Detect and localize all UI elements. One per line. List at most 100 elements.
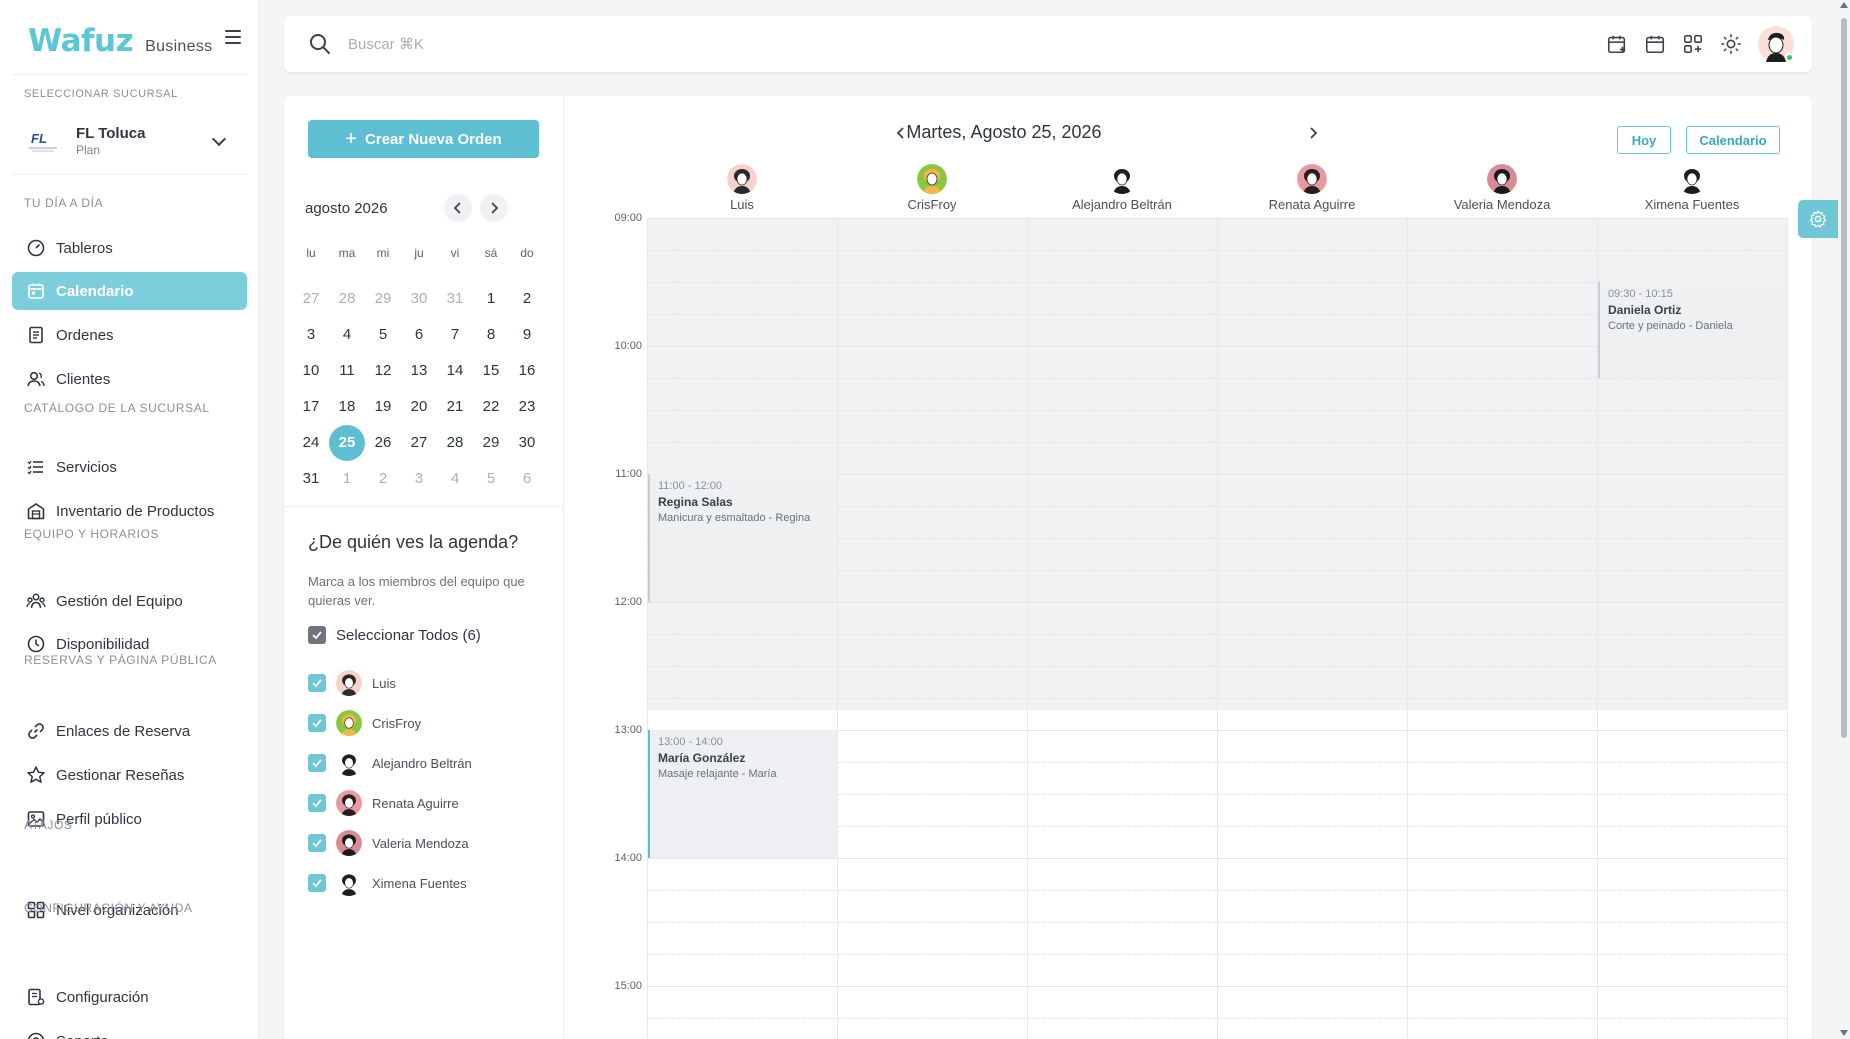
user-avatar[interactable] [1758, 26, 1794, 62]
staff-column-header[interactable]: Luis [647, 164, 837, 212]
calendar-day[interactable]: 6 [401, 317, 437, 353]
calendar-day[interactable]: 23 [509, 389, 545, 425]
calendar-day[interactable]: 20 [401, 389, 437, 425]
calendar-day[interactable]: 24 [293, 425, 329, 461]
calendar-day[interactable]: 28 [329, 281, 365, 317]
sidebar-item-gestionar-reseñas[interactable]: Gestionar Reseñas [12, 756, 247, 794]
scroll-up-icon[interactable] [1840, 2, 1848, 8]
staff-column-header[interactable]: Ximena Fuentes [1597, 164, 1787, 212]
staff-checkbox-row[interactable]: Ximena Fuentes [308, 870, 467, 896]
staff-checkbox-row[interactable]: Renata Aguirre [308, 790, 459, 816]
settings-gear-icon[interactable] [1798, 200, 1838, 238]
calendar-day[interactable]: 15 [473, 353, 509, 389]
staff-column-header[interactable]: Alejandro Beltrán [1027, 164, 1217, 212]
today-button[interactable]: Hoy [1617, 126, 1671, 154]
sidebar-item-soporte[interactable]: Soporte [12, 1022, 247, 1039]
create-order-button[interactable]: + Crear Nueva Orden [308, 120, 539, 158]
staff-checkbox-row[interactable]: Valeria Mendoza [308, 830, 469, 856]
sidebar-item-calendario[interactable]: Calendario [12, 272, 247, 310]
calendar-day[interactable]: 8 [473, 317, 509, 353]
next-day-button[interactable] [1306, 126, 1320, 140]
calendar-day[interactable]: 28 [437, 425, 473, 461]
calendar-day[interactable]: 4 [329, 317, 365, 353]
calendar-day[interactable]: 27 [401, 425, 437, 461]
calendar-day[interactable]: 3 [293, 317, 329, 353]
calendar-day[interactable]: 16 [509, 353, 545, 389]
calendar-day[interactable]: 13 [401, 353, 437, 389]
staff-checkbox-row[interactable]: Luis [308, 670, 396, 696]
calendar-day[interactable]: 29 [365, 281, 401, 317]
calendar-day[interactable]: 2 [509, 281, 545, 317]
scroll-thumb[interactable] [1841, 18, 1847, 738]
branch-selector[interactable]: FL FL Toluca Plan [12, 114, 248, 168]
sidebar-item-servicios[interactable]: Servicios [12, 448, 247, 486]
calendar-day[interactable]: 4 [437, 461, 473, 497]
calendar-day[interactable]: 5 [473, 461, 509, 497]
calendar-day[interactable]: 29 [473, 425, 509, 461]
brand[interactable]: Wafuz Business [28, 18, 212, 58]
appointment-event[interactable]: 11:00 - 12:00 Regina Salas Manicura y esma… [648, 474, 837, 602]
staff-checkbox-row[interactable]: Alejandro Beltrán [308, 750, 472, 776]
calendar-day[interactable]: 7 [437, 317, 473, 353]
calendar-day[interactable]: 1 [329, 461, 365, 497]
checkbox-checked-icon[interactable] [308, 714, 326, 732]
next-month-button[interactable] [480, 194, 508, 222]
page-scrollbar[interactable] [1838, 0, 1850, 1039]
calendar-day[interactable]: 5 [365, 317, 401, 353]
calendar-day[interactable]: 17 [293, 389, 329, 425]
checkbox-checked-icon[interactable] [308, 626, 326, 644]
apps-add-icon[interactable] [1682, 33, 1704, 55]
calendar-day[interactable]: 21 [437, 389, 473, 425]
checkbox-checked-icon[interactable] [308, 794, 326, 812]
calendar-day[interactable]: 26 [365, 425, 401, 461]
event-time: 09:30 - 10:15 [1608, 288, 1673, 300]
checkbox-checked-icon[interactable] [308, 674, 326, 692]
sidebar-item-tableros[interactable]: Tableros [12, 229, 247, 267]
sidebar-item-configuración[interactable]: Configuración [12, 978, 247, 1016]
calendar-day[interactable]: 12 [365, 353, 401, 389]
calendar-day[interactable]: 1 [473, 281, 509, 317]
clock-icon [26, 634, 46, 654]
calendar-day[interactable]: 9 [509, 317, 545, 353]
calendar-day[interactable]: 2 [365, 461, 401, 497]
checkbox-checked-icon[interactable] [308, 754, 326, 772]
sidebar-item-ordenes[interactable]: Ordenes [12, 316, 247, 354]
calendar-day[interactable]: 22 [473, 389, 509, 425]
calendar-day[interactable]: 31 [293, 461, 329, 497]
appointment-event[interactable]: 13:00 - 14:00 María González Masaje relaja… [648, 730, 837, 858]
staff-checkbox-row[interactable]: CrisFroy [308, 710, 421, 736]
checkbox-checked-icon[interactable] [308, 874, 326, 892]
selected-day[interactable]: 25 [329, 425, 365, 461]
calendar-day[interactable]: 27 [293, 281, 329, 317]
search-input[interactable] [348, 30, 748, 58]
sidebar-item-inventario-de-productos[interactable]: Inventario de Productos [12, 492, 247, 530]
sidebar-item-enlaces-de-reserva[interactable]: Enlaces de Reserva [12, 712, 247, 750]
select-all-checkbox[interactable]: Seleccionar Todos (6) [308, 626, 481, 644]
sidebar-item-clientes[interactable]: Clientes [12, 360, 247, 398]
calendar-day[interactable]: 31 [437, 281, 473, 317]
calendar-day[interactable]: 18 [329, 389, 365, 425]
calendar-day[interactable]: 30 [509, 425, 545, 461]
calendar-view-button[interactable]: Calendario [1686, 126, 1780, 154]
prev-month-button[interactable] [444, 194, 472, 222]
staff-column-header[interactable]: Valeria Mendoza [1407, 164, 1597, 212]
search-icon[interactable] [308, 32, 332, 56]
calendar-day[interactable]: 3 [401, 461, 437, 497]
calendar-add-icon[interactable] [1606, 33, 1628, 55]
scroll-down-icon[interactable] [1840, 1030, 1848, 1036]
calendar-day[interactable]: 11 [329, 353, 365, 389]
staff-column-header[interactable]: Renata Aguirre [1217, 164, 1407, 212]
sidebar-item-gestión-del-equipo[interactable]: Gestión del Equipo [12, 582, 247, 620]
calendar-day[interactable]: 6 [509, 461, 545, 497]
calendar-day[interactable]: 10 [293, 353, 329, 389]
menu-toggle-icon[interactable] [225, 30, 241, 44]
calendar-day[interactable]: 19 [365, 389, 401, 425]
sun-icon[interactable] [1720, 33, 1742, 55]
calendar-day[interactable]: 30 [401, 281, 437, 317]
calendar-icon[interactable] [1644, 33, 1666, 55]
appointment-event[interactable]: 09:30 - 10:15 Daniela Ortiz Corte y peinad… [1598, 282, 1787, 378]
day-grid[interactable]: 09:30 - 10:15 Daniela Ortiz Corte y peinad… [647, 218, 1788, 1039]
checkbox-checked-icon[interactable] [308, 834, 326, 852]
calendar-day[interactable]: 14 [437, 353, 473, 389]
staff-column-header[interactable]: CrisFroy [837, 164, 1027, 212]
